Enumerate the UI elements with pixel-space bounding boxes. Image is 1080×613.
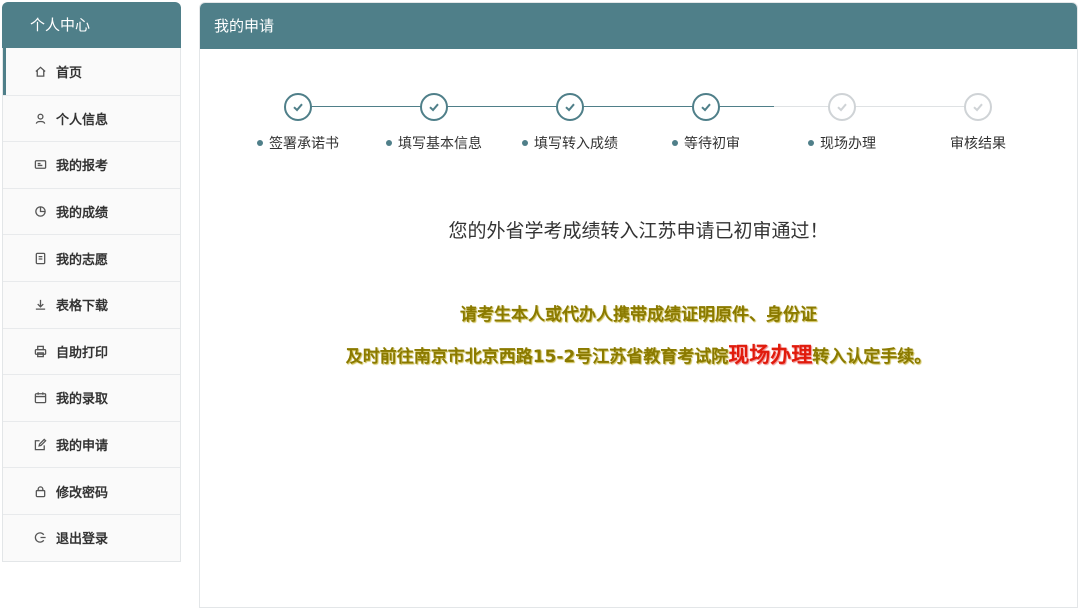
sidebar-item-change-password[interactable]: 修改密码 [3,467,180,514]
notice-line-2: 及时前往南京市北京西路15-2号江苏省教育考试院现场办理转入认定手续。 [200,339,1077,369]
sidebar-item-preferences[interactable]: 我的志愿 [3,234,180,281]
check-icon [284,93,312,121]
step-dot [522,140,528,146]
download-icon [33,298,47,312]
step-basic-info: 填写基本信息 [364,93,504,153]
document-icon [33,251,47,265]
sidebar-menu: 首页 个人信息 我的报考 我的成绩 我的志愿 表格下载 自助打印 我的录取 我的… [2,48,181,562]
step-dot [672,140,678,146]
step-label: 等待初审 [684,136,740,152]
sidebar-item-label: 我的申请 [56,439,109,455]
pie-chart-icon [33,205,47,219]
step-transfer-scores: 填写转入成绩 [500,93,640,153]
logout-icon [33,531,47,545]
step-dot [808,140,814,146]
check-icon [828,93,856,121]
step-label: 填写转入成绩 [534,136,618,152]
sidebar-item-downloads[interactable]: 表格下载 [3,280,180,328]
sidebar-item-label: 个人信息 [56,112,109,128]
check-icon [556,93,584,121]
calendar-icon [33,391,47,405]
main-panel: 我的申请 签署承诺书 填写基本信息 填写转入成绩 等待初审 现场办理 审核结果 … [199,2,1078,608]
page-title: 我的申请 [200,3,1077,49]
sidebar-item-label: 我的录取 [56,392,109,408]
step-onsite: 现场办理 [772,93,912,153]
check-icon [964,93,992,121]
step-label: 签署承诺书 [269,136,339,152]
step-label: 现场办理 [820,136,876,152]
lock-icon [33,484,47,498]
progress-steps: 签署承诺书 填写基本信息 填写转入成绩 等待初审 现场办理 审核结果 [230,93,1070,163]
step-sign-pledge: 签署承诺书 [228,93,368,153]
sidebar-item-print[interactable]: 自助打印 [3,327,180,375]
notice-highlight: 现场办理 [728,343,813,367]
notice-line-2-pre: 及时前往南京市北京西路15-2号江苏省教育考试院 [345,347,729,367]
sidebar-item-admission[interactable]: 我的录取 [3,374,180,421]
notice-line-1: 请考生本人或代办人携带成绩证明原件、身份证 [460,305,817,325]
sidebar-item-label: 我的成绩 [56,206,109,222]
sidebar-item-registration[interactable]: 我的报考 [3,141,180,188]
sidebar-item-applications[interactable]: 我的申请 [3,420,180,468]
sidebar-item-label: 修改密码 [56,485,109,501]
status-message: 您的外省学考成绩转入江苏申请已初审通过！ [448,220,829,242]
sidebar-item-logout[interactable]: 退出登录 [3,513,180,561]
sidebar-item-label: 表格下载 [56,299,109,315]
sidebar-item-profile[interactable]: 个人信息 [3,94,180,142]
step-label: 审核结果 [950,136,1006,152]
sidebar-item-label: 首页 [56,65,83,81]
check-icon [692,93,720,121]
sidebar-item-label: 我的报考 [56,159,109,175]
step-result: 审核结果 [908,93,1048,153]
check-icon [420,93,448,121]
edit-icon [33,438,47,452]
id-card-icon [33,158,47,172]
step-label: 填写基本信息 [398,136,482,152]
printer-icon [33,344,47,358]
home-icon [33,64,47,78]
notice-line-2-post: 转入认定手续。 [812,347,932,367]
sidebar-item-label: 退出登录 [56,532,109,548]
user-icon [33,111,47,125]
sidebar: 个人中心 首页 个人信息 我的报考 我的成绩 我的志愿 表格下载 自助打印 我的… [2,2,181,562]
sidebar-item-label: 自助打印 [56,345,109,361]
sidebar-item-scores[interactable]: 我的成绩 [3,187,180,235]
step-dot [257,140,263,146]
step-await-review: 等待初审 [636,93,776,153]
sidebar-title: 个人中心 [2,2,181,48]
sidebar-item-home[interactable]: 首页 [3,48,180,95]
step-dot [386,140,392,146]
sidebar-item-label: 我的志愿 [56,252,109,268]
